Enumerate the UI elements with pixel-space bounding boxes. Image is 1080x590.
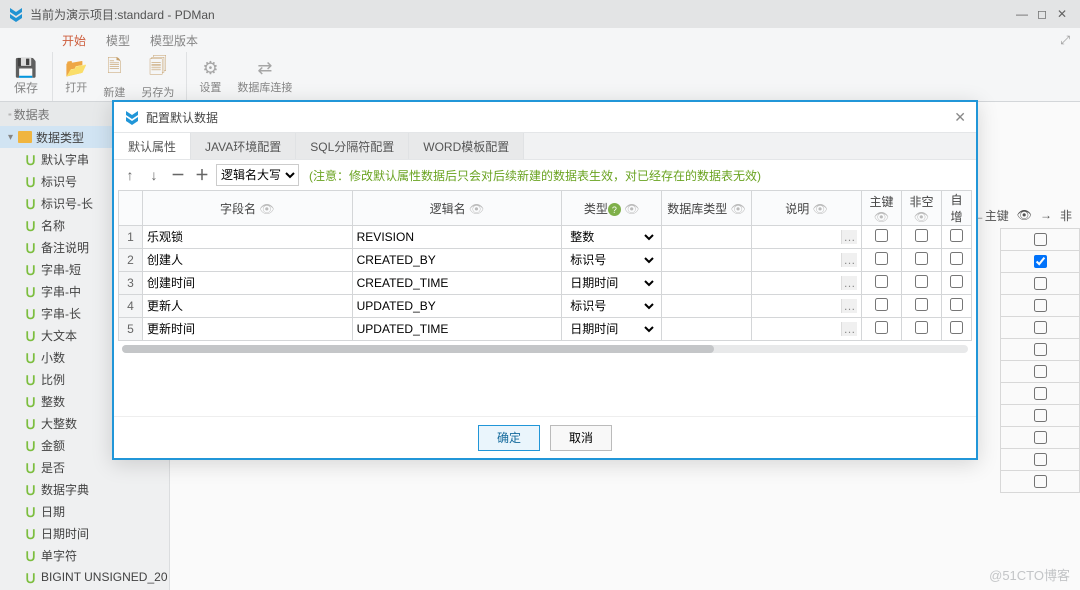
auto-checkbox[interactable] xyxy=(950,298,963,311)
dialog-title: 配置默认数据 xyxy=(146,109,218,126)
dialog-logo-icon xyxy=(124,109,140,125)
type-select[interactable]: 日期时间 xyxy=(566,321,657,337)
tab-word-template[interactable]: WORD模板配置 xyxy=(409,133,524,159)
desc-input[interactable] xyxy=(756,230,841,244)
col-auto: 自增 xyxy=(942,191,972,226)
fieldname-input[interactable] xyxy=(147,276,348,290)
dialog-tabs: 默认属性 JAVA环境配置 SQL分隔符配置 WORD模板配置 xyxy=(114,132,976,160)
dbtype-cell[interactable] xyxy=(662,249,752,272)
dbtype-cell[interactable] xyxy=(662,295,752,318)
case-select[interactable]: 逻辑名大写 xyxy=(216,164,299,186)
dbtype-cell[interactable] xyxy=(662,272,752,295)
table-row: 2 标识号 … xyxy=(119,249,972,272)
auto-checkbox[interactable] xyxy=(950,252,963,265)
auto-checkbox[interactable] xyxy=(950,321,963,334)
row-number: 5 xyxy=(119,318,143,341)
col-fieldname: 字段名 👁 xyxy=(143,191,353,226)
col-dbtype: 数据库类型 👁 xyxy=(662,191,752,226)
add-row-button[interactable]: ＋ xyxy=(192,165,212,185)
logicname-input[interactable] xyxy=(357,230,558,244)
cancel-button[interactable]: 取消 xyxy=(550,425,612,451)
remove-row-button[interactable]: － xyxy=(168,165,188,185)
row-number: 4 xyxy=(119,295,143,318)
col-notnull: 非空 👁 xyxy=(902,191,942,226)
pk-checkbox[interactable] xyxy=(875,275,888,288)
move-up-button[interactable]: ↑ xyxy=(120,165,140,185)
warning-text: (注意：修改默认属性数据后只会对后续新建的数据表生效，对已经存在的数据表无效) xyxy=(309,167,761,184)
more-button[interactable]: … xyxy=(841,253,857,267)
notnull-checkbox[interactable] xyxy=(915,298,928,311)
desc-input[interactable] xyxy=(756,322,841,336)
table-row: 5 日期时间 … xyxy=(119,318,972,341)
pk-checkbox[interactable] xyxy=(875,252,888,265)
logicname-input[interactable] xyxy=(357,322,558,336)
pk-checkbox[interactable] xyxy=(875,229,888,242)
eye-off-icon: 👁 xyxy=(469,202,484,216)
col-rownum xyxy=(119,191,143,226)
auto-checkbox[interactable] xyxy=(950,275,963,288)
tab-default-attrs[interactable]: 默认属性 xyxy=(114,133,191,159)
type-select[interactable]: 日期时间 xyxy=(566,275,657,291)
type-select[interactable]: 标识号 xyxy=(566,298,657,314)
notnull-checkbox[interactable] xyxy=(915,321,928,334)
ok-button[interactable]: 确定 xyxy=(478,425,540,451)
fieldname-input[interactable] xyxy=(147,253,348,267)
more-button[interactable]: … xyxy=(841,276,857,290)
more-button[interactable]: … xyxy=(841,322,857,336)
dbtype-cell[interactable] xyxy=(662,226,752,249)
help-icon: ? xyxy=(608,203,621,216)
config-default-data-dialog: 配置默认数据 ✕ 默认属性 JAVA环境配置 SQL分隔符配置 WORD模板配置… xyxy=(112,100,978,460)
move-down-button[interactable]: ↓ xyxy=(144,165,164,185)
logicname-input[interactable] xyxy=(357,253,558,267)
dbtype-cell[interactable] xyxy=(662,318,752,341)
notnull-checkbox[interactable] xyxy=(915,229,928,242)
type-select[interactable]: 整数 xyxy=(566,229,657,245)
col-logicname: 逻辑名 👁 xyxy=(352,191,562,226)
row-number: 3 xyxy=(119,272,143,295)
dialog-toolbar: ↑ ↓ － ＋ 逻辑名大写 (注意：修改默认属性数据后只会对后续新建的数据表生效… xyxy=(114,160,976,190)
logicname-input[interactable] xyxy=(357,299,558,313)
col-desc: 说明 👁 xyxy=(752,191,862,226)
fieldname-input[interactable] xyxy=(147,322,348,336)
dialog-close-button[interactable]: ✕ xyxy=(954,109,966,126)
desc-input[interactable] xyxy=(756,276,841,290)
table-row: 1 整数 … xyxy=(119,226,972,249)
table-row: 4 标识号 … xyxy=(119,295,972,318)
type-select[interactable]: 标识号 xyxy=(566,252,657,268)
desc-input[interactable] xyxy=(756,299,841,313)
horizontal-scrollbar[interactable] xyxy=(122,345,968,353)
notnull-checkbox[interactable] xyxy=(915,275,928,288)
col-type: 类型? 👁 xyxy=(562,191,662,226)
more-button[interactable]: … xyxy=(841,230,857,244)
col-pk: 主键 👁 xyxy=(862,191,902,226)
logicname-input[interactable] xyxy=(357,276,558,290)
desc-input[interactable] xyxy=(756,253,841,267)
fieldname-input[interactable] xyxy=(147,299,348,313)
eye-off-icon: 👁 xyxy=(259,202,274,216)
eye-off-icon: 👁 xyxy=(624,202,639,216)
attributes-table: 字段名 👁 逻辑名 👁 类型? 👁 数据库类型 👁 说明 👁 主键 👁 非空 👁… xyxy=(118,190,972,341)
pk-checkbox[interactable] xyxy=(875,321,888,334)
watermark: @51CTO博客 xyxy=(989,565,1070,584)
fieldname-input[interactable] xyxy=(147,230,348,244)
more-button[interactable]: … xyxy=(841,299,857,313)
notnull-checkbox[interactable] xyxy=(915,252,928,265)
auto-checkbox[interactable] xyxy=(950,229,963,242)
tab-java-env[interactable]: JAVA环境配置 xyxy=(191,133,296,159)
pk-checkbox[interactable] xyxy=(875,298,888,311)
table-row: 3 日期时间 … xyxy=(119,272,972,295)
tab-sql-delimiter[interactable]: SQL分隔符配置 xyxy=(296,133,409,159)
row-number: 2 xyxy=(119,249,143,272)
row-number: 1 xyxy=(119,226,143,249)
